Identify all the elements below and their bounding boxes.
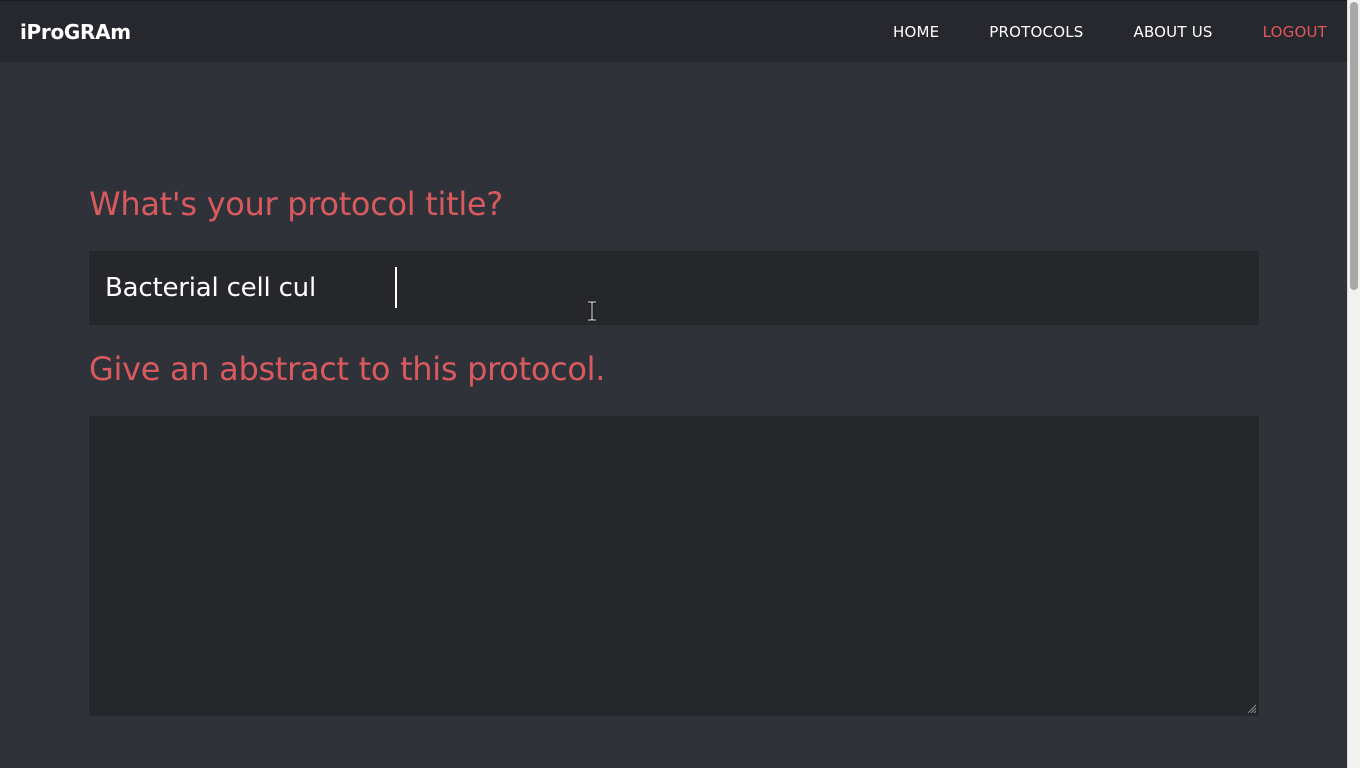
abstract-question-heading: Give an abstract to this protocol. [89, 350, 606, 388]
navbar: iProGRAm HOME PROTOCOLS ABOUT US LOGOUT [0, 0, 1347, 62]
text-caret [395, 267, 397, 308]
brand-logo[interactable]: iProGRAm [20, 1, 131, 63]
page: iProGRAm HOME PROTOCOLS ABOUT US LOGOUT … [0, 0, 1360, 768]
nav-logout-link[interactable]: LOGOUT [1263, 23, 1327, 41]
scrollbar-thumb[interactable] [1350, 2, 1358, 290]
nav-protocols-link[interactable]: PROTOCOLS [989, 23, 1083, 41]
abstract-textarea-wrapper [89, 416, 1259, 716]
protocol-abstract-textarea[interactable] [89, 416, 1259, 716]
nav-about-us-link[interactable]: ABOUT US [1133, 23, 1212, 41]
i-beam-cursor-icon [588, 301, 596, 321]
nav-links: HOME PROTOCOLS ABOUT US LOGOUT [893, 1, 1327, 63]
resize-grip-icon[interactable] [1247, 704, 1256, 713]
nav-home-link[interactable]: HOME [893, 23, 939, 41]
title-question-heading: What's your protocol title? [89, 185, 503, 223]
page-scrollbar[interactable] [1347, 0, 1360, 768]
protocol-title-input[interactable] [89, 251, 1259, 325]
